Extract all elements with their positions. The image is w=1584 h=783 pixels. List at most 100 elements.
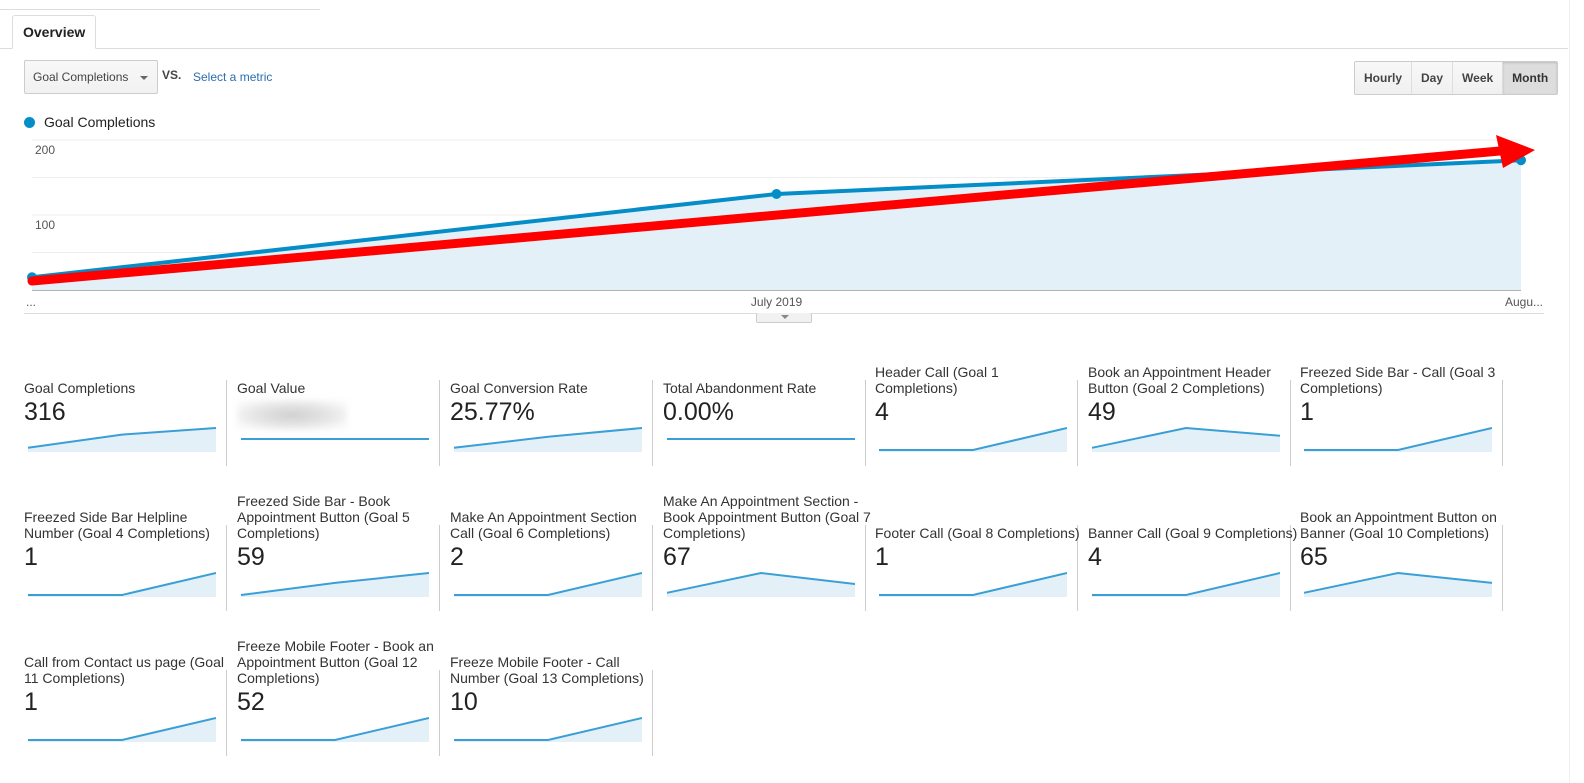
sparkline-area <box>28 428 216 452</box>
metric-tile[interactable]: Freeze Mobile Footer - Call Number (Goal… <box>450 650 663 756</box>
tile-sparkline <box>27 427 216 452</box>
sparkline-area <box>1092 573 1280 597</box>
tile-sparkline <box>28 717 216 742</box>
tile-label: Book an Appointment Header Button (Goal … <box>1088 364 1271 396</box>
sparkline-area <box>879 428 1067 452</box>
tile-label: Header Call (Goal 1 Completions) <box>875 364 999 396</box>
tile-label: Goal Completions <box>24 380 136 396</box>
y-tick-label: 200 <box>35 143 55 157</box>
tile-sparkline <box>454 717 642 742</box>
tile-value: 0.00% <box>663 398 734 426</box>
tile-value: 10 <box>450 688 478 716</box>
sparkline-area <box>1304 573 1492 597</box>
chart-legend: Goal Completions <box>24 114 155 130</box>
tile-sparkline <box>241 438 429 440</box>
chart-collapse-handle[interactable] <box>756 313 812 323</box>
vs-label: VS. <box>162 68 182 82</box>
tile-value: 25.77% <box>450 398 535 426</box>
sparkline-area <box>879 573 1067 597</box>
metric-tile[interactable]: Book an Appointment Button on Banner (Go… <box>1300 505 1513 611</box>
tile-sparkline <box>241 717 429 742</box>
tile-value: 4 <box>875 398 889 426</box>
tile-label: Freeze Mobile Footer - Book an Appointme… <box>237 638 434 686</box>
tile-value: 1 <box>1300 398 1314 426</box>
goal-completions-chart[interactable]: 100 200... July 2019 Augu... <box>0 130 1584 330</box>
metric-tile[interactable]: Freeze Mobile Footer - Book an Appointme… <box>237 638 450 756</box>
metric-tile[interactable]: Goal Value <box>237 360 450 466</box>
tile-label: Goal Value <box>237 380 306 396</box>
metric-tile[interactable]: Freezed Side Bar Helpline Number (Goal 4… <box>24 505 237 611</box>
metric-tile[interactable]: Header Call (Goal 1 Completions) 4 <box>875 360 1088 466</box>
top-divider <box>0 9 320 10</box>
tile-label: Goal Conversion Rate <box>450 380 588 396</box>
tile-label: Freezed Side Bar - Book Appointment Butt… <box>237 493 410 541</box>
sparkline-area <box>241 718 429 742</box>
tile-value: 1 <box>24 688 38 716</box>
select-metric-link[interactable]: Select a metric <box>193 70 272 84</box>
x-tick-label: Augu... <box>1505 295 1543 309</box>
sparkline-area <box>667 573 855 597</box>
x-tick-label: July 2019 <box>751 295 803 309</box>
tile-label: Book an Appointment Button on Banner (Go… <box>1300 509 1497 541</box>
metric-tile[interactable]: Make An Appointment Section Call (Goal 6… <box>450 505 663 611</box>
tile-value: 4 <box>1088 543 1102 571</box>
metric-tile[interactable]: Freezed Side Bar - Call (Goal 3 Completi… <box>1300 360 1513 466</box>
data-point <box>771 189 782 199</box>
tile-label: Make An Appointment Section - Book Appoi… <box>663 493 871 541</box>
tile-label: Freezed Side Bar Helpline Number (Goal 4… <box>24 509 210 541</box>
interval-month-button[interactable]: Month <box>1503 62 1558 94</box>
tile-sparkline <box>667 438 855 440</box>
metric-tile[interactable]: Banner Call (Goal 9 Completions) 4 <box>1088 505 1301 611</box>
sparkline-area <box>1304 428 1492 452</box>
tile-label: Call from Contact us page (Goal 11 Compl… <box>24 654 224 686</box>
legend-label: Goal Completions <box>44 114 156 130</box>
tile-value: 1 <box>24 543 38 571</box>
metric-tile[interactable]: Freezed Side Bar - Book Appointment Butt… <box>237 493 450 611</box>
tile-value: 65 <box>1300 543 1328 571</box>
tile-sparkline <box>28 572 216 597</box>
tile-sparkline <box>879 572 1067 597</box>
tile-label: Make An Appointment Section Call (Goal 6… <box>450 509 637 541</box>
metric-tile[interactable]: Goal Conversion Rate 25.77% <box>450 360 663 466</box>
interval-hourly-button[interactable]: Hourly <box>1355 62 1413 94</box>
metric-tile[interactable]: Call from Contact us page (Goal 11 Compl… <box>24 650 237 756</box>
legend-dot-icon <box>24 116 35 128</box>
tile-value: 2 <box>450 543 464 571</box>
metric-tile[interactable]: Footer Call (Goal 8 Completions) 1 <box>875 505 1088 611</box>
x-tick-label: ... <box>26 295 36 309</box>
sparkline-area <box>454 718 642 742</box>
tile-label: Freezed Side Bar - Call (Goal 3 Completi… <box>1300 364 1496 396</box>
tile-label: Total Abandonment Rate <box>663 380 817 396</box>
tile-label: Banner Call (Goal 9 Completions) <box>1088 525 1298 541</box>
tab-overview[interactable]: Overview <box>12 15 97 49</box>
tile-value: 49 <box>1088 398 1116 426</box>
tile-sparkline <box>1304 427 1492 452</box>
tile-sparkline <box>453 427 642 452</box>
metric-tile[interactable]: Make An Appointment Section - Book Appoi… <box>663 493 876 611</box>
metric-tile[interactable]: Goal Completions 316 <box>24 360 237 466</box>
tile-label: Freeze Mobile Footer - Call Number (Goal… <box>450 654 644 686</box>
interval-week-button[interactable]: Week <box>1453 62 1504 94</box>
tile-value: 52 <box>237 688 265 716</box>
tile-sparkline <box>1091 426 1280 452</box>
metric-tile[interactable]: Book an Appointment Header Button (Goal … <box>1088 360 1301 466</box>
chevron-down-icon <box>140 76 148 80</box>
series-area <box>32 160 1521 290</box>
sparkline-area <box>28 718 216 742</box>
tabs-divider <box>0 48 1568 49</box>
primary-metric-label: Goal Completions <box>33 70 129 84</box>
tile-label: Footer Call (Goal 8 Completions) <box>875 525 1080 541</box>
sparkline-area <box>1092 428 1280 452</box>
tile-value: 316 <box>24 398 66 426</box>
tile-sparkline <box>454 572 642 597</box>
interval-toggle-group: Hourly Day Week Month <box>1354 61 1559 95</box>
tile-sparkline <box>240 572 429 597</box>
interval-day-button[interactable]: Day <box>1412 62 1454 94</box>
sparkline-area <box>28 573 216 597</box>
caret-down-icon <box>781 315 789 319</box>
tile-value: 67 <box>663 543 691 571</box>
tile-value: 59 <box>237 543 265 571</box>
tile-sparkline <box>666 571 855 597</box>
metric-tile[interactable]: Total Abandonment Rate 0.00% <box>663 360 876 466</box>
primary-metric-dropdown[interactable]: Goal Completions <box>24 60 158 94</box>
